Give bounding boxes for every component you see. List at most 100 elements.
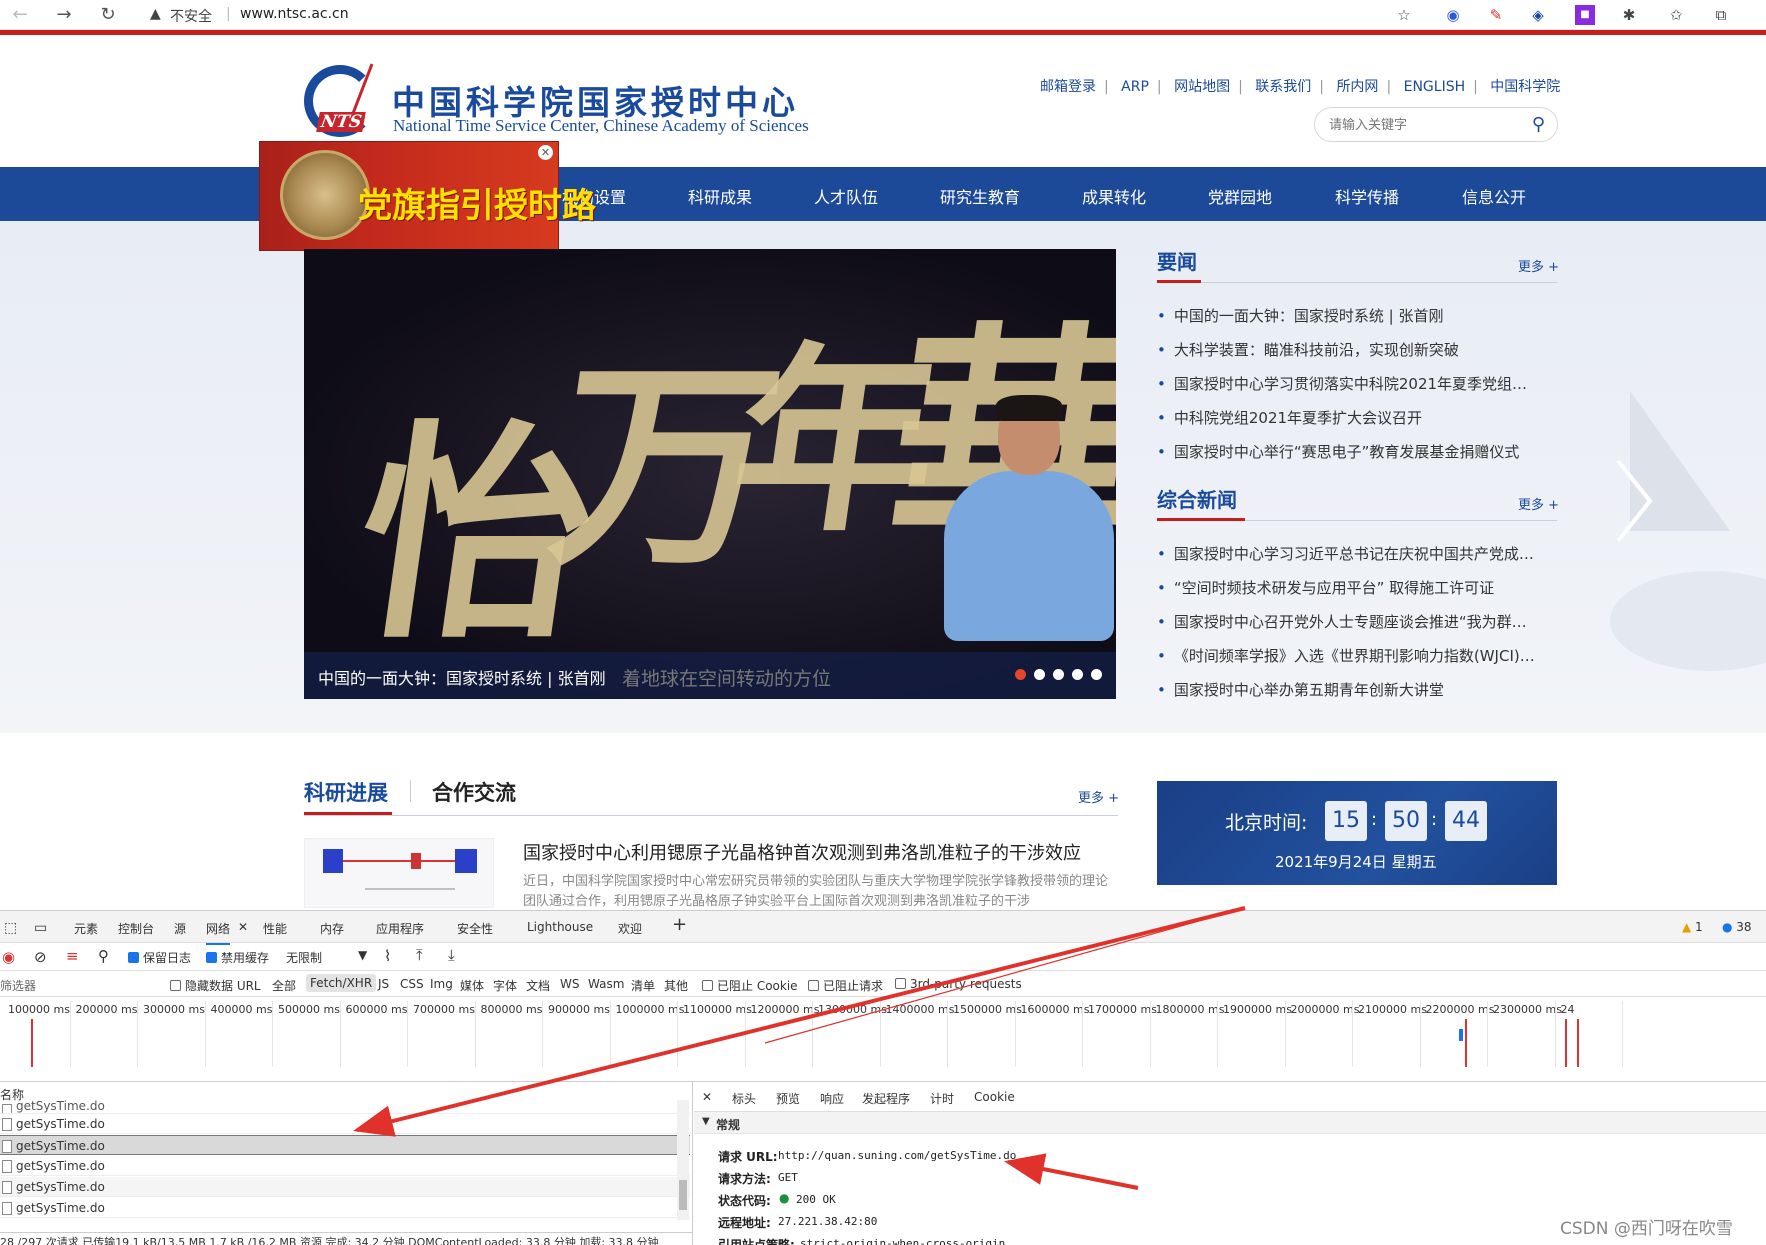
top-link-arp[interactable]: ARP (1121, 79, 1149, 95)
detail-tab-response[interactable]: 响应 (820, 1090, 844, 1107)
list-item[interactable]: getSysTime.do (0, 1177, 690, 1197)
devtools-tab-sources[interactable]: 源 (174, 920, 186, 937)
referrer-policy-value[interactable]: strict-origin-when-cross-origin (800, 1237, 1005, 1245)
search-icon[interactable]: ⚲ (1532, 114, 1545, 135)
general-more-link[interactable]: 更多 + (1518, 494, 1559, 513)
hide-data-urls-checkbox[interactable]: 隐藏数据 URL (170, 977, 261, 994)
devtools-tab-performance[interactable]: 性能 (263, 920, 287, 937)
status-code-value[interactable]: 200 OK (796, 1193, 836, 1206)
filter-type-manifest[interactable]: 清单 (631, 977, 655, 994)
third-party-checkbox[interactable]: 3rd-party requests (895, 977, 1022, 991)
filter-type-wasm[interactable]: Wasm (588, 977, 624, 991)
collections-icon[interactable]: ⧉ (1711, 5, 1731, 25)
detail-tab-preview[interactable]: 预览 (776, 1090, 800, 1107)
blocked-cookies-checkbox[interactable]: 已阻止 Cookie (702, 977, 798, 994)
top-link-contact[interactable]: 联系我们 (1255, 79, 1311, 95)
news-item[interactable]: 国家授时中心学习贯彻落实中科院2021年夏季党组… (1157, 373, 1557, 394)
devtools-tab-security[interactable]: 安全性 (457, 920, 493, 937)
extension-icon[interactable]: ✎ (1486, 5, 1506, 25)
slider-dot-active[interactable] (1015, 669, 1026, 680)
filter-type-font[interactable]: 字体 (493, 977, 517, 994)
devtools-tab-memory[interactable]: 内存 (320, 920, 344, 937)
list-item[interactable]: getSysTime.do (0, 1114, 690, 1134)
blocked-requests-checkbox[interactable]: 已阻止请求 (808, 977, 883, 994)
nav-item-talent[interactable]: 人才队伍 (814, 184, 878, 208)
news-more-link[interactable]: 更多 + (1518, 256, 1559, 275)
request-url-value[interactable]: http://quan.suning.com/getSysTime.do (778, 1149, 1016, 1162)
devtools-tab-network[interactable]: 网络 (206, 920, 231, 945)
devtools-tab-console[interactable]: 控制台 (118, 920, 154, 937)
detail-tab-timing[interactable]: 计时 (930, 1090, 954, 1107)
throttle-select[interactable]: 无限制 (286, 949, 322, 966)
nav-item-transfer[interactable]: 成果转化 (1082, 184, 1146, 208)
devtools-tab-lighthouse[interactable]: Lighthouse (527, 920, 593, 934)
detail-tab-headers[interactable]: 标头 (732, 1090, 757, 1114)
filter-type-other[interactable]: 其他 (664, 977, 688, 994)
image-slider[interactable]: 怡 万 年 華 着地球在空间转动的方位 中国的一面大钟：国家授时系统 | 张首刚 (304, 249, 1116, 699)
disable-cache-checkbox[interactable]: 禁用缓存 (206, 949, 269, 966)
tab-cooperation[interactable]: 合作交流 (432, 777, 516, 807)
tab-research-progress[interactable]: 科研进展 (304, 777, 388, 807)
back-icon[interactable]: ← (8, 4, 32, 26)
request-method-value[interactable]: GET (778, 1171, 798, 1184)
import-har-icon[interactable]: ⤒ (416, 946, 423, 964)
list-item[interactable]: getSysTime.do (0, 1198, 690, 1218)
close-icon[interactable]: ✕ (538, 145, 553, 160)
detail-tab-cookies[interactable]: Cookie (974, 1090, 1015, 1104)
devtools-tab-elements[interactable]: 元素 (74, 920, 98, 937)
nav-item-science[interactable]: 科学传播 (1335, 184, 1399, 208)
news-item[interactable]: “空间时频技术研发与应用平台” 取得施工许可证 (1157, 577, 1557, 598)
reload-icon[interactable]: ↻ (96, 4, 120, 26)
network-conditions-icon[interactable]: ⌇ (384, 947, 391, 965)
nav-item-research[interactable]: 科研成果 (688, 184, 752, 208)
export-har-icon[interactable]: ⤓ (448, 946, 455, 964)
add-tab-icon[interactable]: + (672, 914, 687, 935)
nav-item-disclosure[interactable]: 信息公开 (1462, 184, 1526, 208)
top-link-cas[interactable]: 中国科学院 (1490, 79, 1560, 95)
close-icon[interactable]: ✕ (238, 920, 248, 934)
slider-dot[interactable] (1053, 669, 1064, 680)
filter-type-media[interactable]: 媒体 (460, 977, 484, 994)
news-item[interactable]: 国家授时中心举办第五期青年创新大讲堂 (1157, 679, 1557, 700)
preserve-log-checkbox[interactable]: 保留日志 (128, 949, 191, 966)
slider-dot[interactable] (1091, 669, 1102, 680)
news-item[interactable]: 国家授时中心学习习近平总书记在庆祝中国共产党成… (1157, 543, 1557, 564)
top-link-sitemap[interactable]: 网站地图 (1174, 79, 1230, 95)
research-thumbnail[interactable] (304, 838, 494, 908)
filter-icon[interactable]: ≡ (66, 947, 79, 965)
remote-address-value[interactable]: 27.221.38.42:80 (778, 1215, 877, 1228)
news-item[interactable]: 中科院党组2021年夏季扩大会议召开 (1157, 407, 1557, 428)
close-icon[interactable]: ✕ (702, 1090, 712, 1104)
slider-dot[interactable] (1072, 669, 1083, 680)
device-toggle-icon[interactable]: ▭ (34, 920, 47, 936)
nav-item-graduate[interactable]: 研究生教育 (940, 184, 1020, 208)
scrollbar[interactable] (677, 1100, 689, 1220)
search-icon[interactable]: ⚲ (98, 947, 109, 965)
news-item[interactable]: 《时间频率学报》入选《世界期刊影响力指数(WJCI)… (1157, 645, 1557, 666)
detail-tab-initiator[interactable]: 发起程序 (862, 1090, 910, 1107)
bookmark-star-icon[interactable]: ☆ (1394, 5, 1414, 25)
general-section-header[interactable]: ▼ 常规 (694, 1112, 1766, 1134)
news-item[interactable]: 国家授时中心召开党外人士专题座谈会推进“我为群… (1157, 611, 1557, 632)
news-section-title[interactable]: 要闻 (1157, 246, 1197, 275)
filter-type-js[interactable]: JS (378, 977, 389, 991)
filter-type-all[interactable]: 全部 (272, 977, 296, 994)
chevron-down-icon[interactable]: ▼ (358, 948, 367, 962)
search-input[interactable] (1329, 114, 1519, 136)
list-item-selected[interactable]: getSysTime.do (0, 1135, 690, 1155)
filter-type-img[interactable]: Img (430, 977, 453, 991)
filter-type-fetch-xhr[interactable]: Fetch/XHR (306, 974, 377, 992)
message-count-icon[interactable]: ● 38 (1722, 920, 1752, 934)
address-bar[interactable]: www.ntsc.ac.cn (240, 6, 349, 22)
list-item[interactable]: getSysTime.do (0, 1100, 690, 1114)
record-icon[interactable]: ◉ (2, 948, 15, 966)
news-item[interactable]: 中国的一面大钟：国家授时系统 | 张首刚 (1157, 305, 1557, 326)
list-item[interactable]: getSysTime.do (0, 1156, 690, 1176)
filter-type-ws[interactable]: WS (560, 977, 579, 991)
general-news-title[interactable]: 综合新闻 (1157, 484, 1237, 513)
filter-type-doc[interactable]: 文档 (526, 977, 550, 994)
site-name-en[interactable]: National Time Service Center, Chinese Ac… (393, 116, 809, 136)
top-link-intranet[interactable]: 所内网 (1336, 79, 1378, 95)
news-item[interactable]: 大科学装置：瞄准科技前沿，实现创新突破 (1157, 339, 1557, 360)
top-link-mail[interactable]: 邮箱登录 (1040, 79, 1096, 95)
